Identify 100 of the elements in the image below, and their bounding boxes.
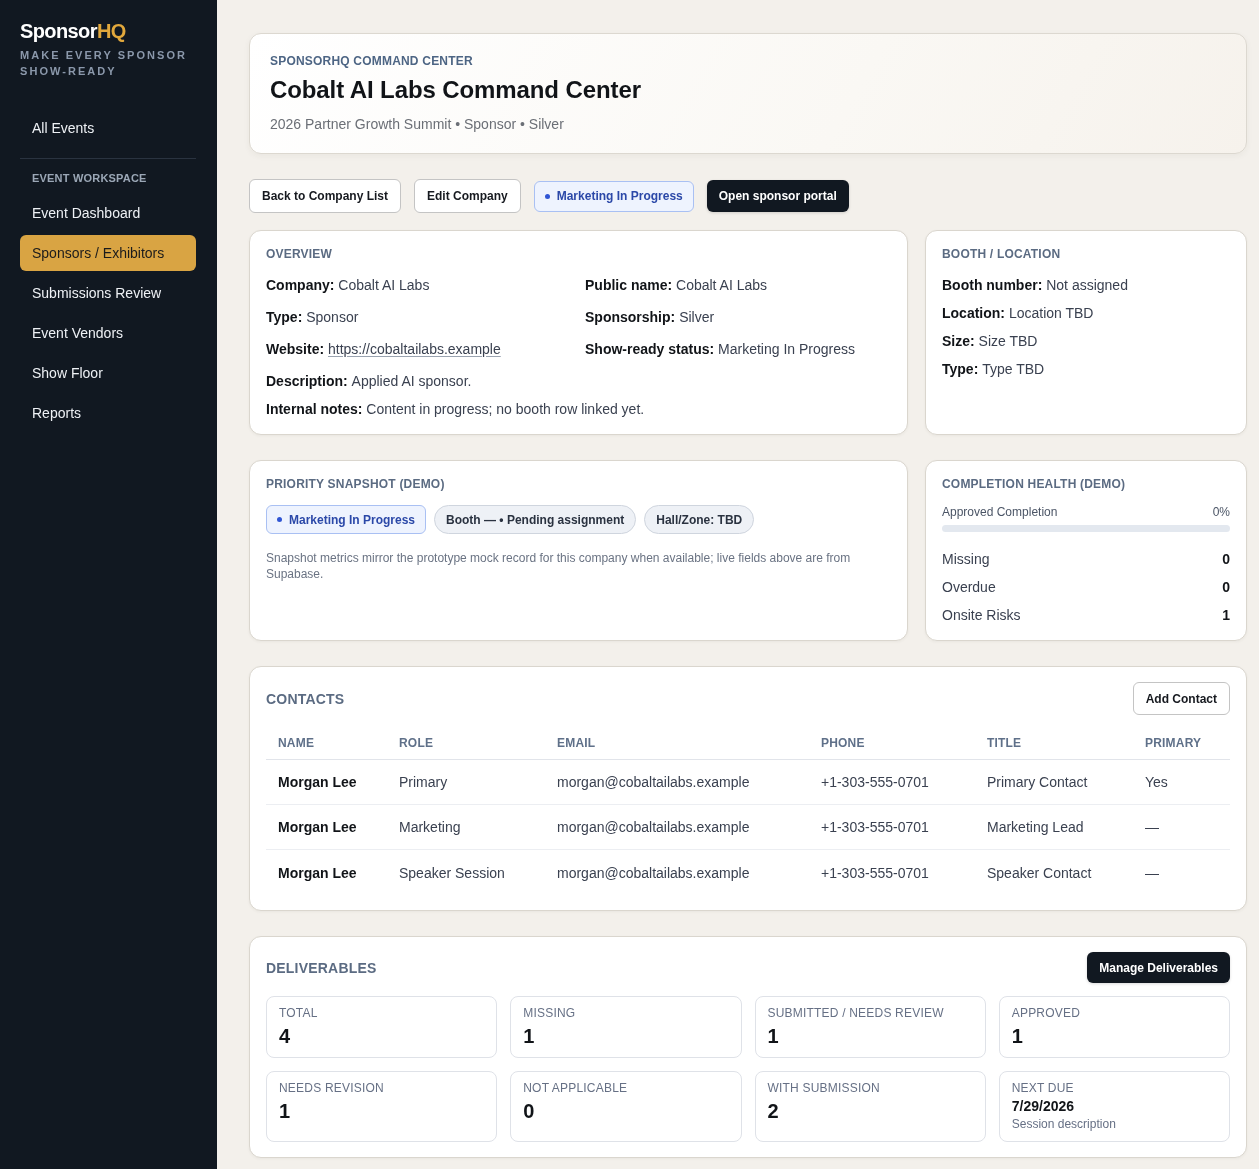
field-value: Location TBD	[1008, 304, 1094, 323]
field-label: Type:	[266, 308, 303, 327]
stat-label: SUBMITTED / NEEDS REVIEW	[767, 1005, 944, 1021]
column-header: NAME	[277, 735, 316, 750]
stat-value: 2	[767, 1099, 779, 1123]
field-value: Silver	[679, 308, 715, 327]
column-header: EMAIL	[556, 735, 597, 750]
tag-chip: Hall/Zone: TBD	[644, 505, 755, 534]
stat-note: Session description	[1011, 1116, 1116, 1132]
table-cell-text: Speaker Session	[398, 864, 506, 881]
table-cell-text: morgan@cobaltailabs.example	[556, 819, 751, 835]
field-value: Marketing In Progress	[718, 340, 855, 359]
field-value: Applied AI sponsor.	[351, 372, 472, 391]
field-label: Type:	[942, 360, 979, 379]
metric-value: 0	[1222, 578, 1230, 597]
field-label: Booth number:	[942, 276, 1043, 295]
column-header: PHONE	[820, 735, 866, 750]
stat-label: NEEDS REVISION	[279, 1080, 384, 1096]
manage-button[interactable]: Manage Deliverables	[1087, 952, 1230, 983]
metric-value: 1	[1222, 606, 1230, 625]
stat-value: 1	[767, 1024, 779, 1048]
stat-value: 1	[1011, 1024, 1023, 1048]
stat-label: NOT APPLICABLE	[523, 1080, 628, 1096]
progress-reading: 0%	[1212, 504, 1230, 520]
action-button[interactable]: Edit Company	[414, 179, 521, 213]
table-cell-text: —	[1144, 819, 1160, 835]
field-label: Show-ready status:	[585, 340, 715, 359]
section-heading: EVENT WORKSPACE	[31, 171, 147, 186]
table-cell-text: —	[1144, 864, 1160, 881]
note-text: Snapshot metrics mirror the prototype mock record for this company when available; live fields above are from Supabase.	[266, 550, 852, 582]
page-title: Cobalt AI Labs Command Center	[270, 75, 641, 105]
table-cell-text: morgan@cobaltailabs.example	[556, 864, 751, 881]
status-text: Marketing In Progress	[556, 189, 683, 203]
table-cell-text: +1-303-555-0701	[820, 864, 930, 881]
column-header: ROLE	[398, 735, 435, 750]
card-title: BOOTH / LOCATION	[942, 246, 1061, 262]
table-cell-text: Primary	[398, 774, 449, 790]
table-cell-text: Marketing	[398, 819, 462, 835]
metric-label: Missing	[942, 550, 990, 569]
field-value: Sponsor	[306, 308, 359, 327]
table-cell-text: Morgan Lee	[277, 864, 358, 881]
table-cell-text: Speaker Contact	[986, 864, 1093, 881]
chip-text: Marketing In Progress	[289, 512, 416, 527]
card-title: OVERVIEW	[266, 246, 333, 262]
field-label: Location:	[942, 304, 1005, 323]
stat-label: TOTAL	[279, 1005, 318, 1021]
nav-link[interactable]: Show Floor	[20, 355, 196, 391]
nav-link[interactable]: All Events	[20, 110, 196, 146]
field-value: Cobalt AI Labs	[676, 276, 768, 295]
column-header: TITLE	[986, 735, 1023, 750]
table-cell-text: Yes	[1144, 774, 1169, 790]
card-title: DELIVERABLES	[266, 958, 377, 978]
field-value: Type TBD	[982, 360, 1045, 379]
field-label: Internal notes:	[266, 400, 363, 419]
nav-link[interactable]: Reports	[20, 395, 196, 431]
portal-button[interactable]: Open sponsor portal	[706, 180, 849, 212]
status-dot-icon	[277, 517, 282, 522]
website-link[interactable]: https://cobaltailabs.example	[328, 339, 501, 359]
nav-link[interactable]: Event Dashboard	[20, 195, 196, 231]
table-cell-text: +1-303-555-0701	[820, 819, 930, 835]
card-title: PRIORITY SNAPSHOT (DEMO)	[266, 476, 445, 492]
field-label: Sponsorship:	[585, 308, 676, 327]
stat-value: 7/29/2026	[1011, 1097, 1075, 1115]
stat-value: 1	[279, 1099, 291, 1123]
nav-link[interactable]: Submissions Review	[20, 275, 196, 311]
field-label: Website:	[266, 340, 325, 359]
stat-value: 0	[523, 1099, 535, 1123]
stat-label: MISSING	[523, 1005, 576, 1021]
tagline-text: MAKE EVERY SPONSOR SHOW-READY	[20, 48, 189, 79]
stat-label: APPROVED	[1011, 1005, 1081, 1021]
action-button[interactable]: Back to Company List	[249, 179, 402, 213]
column-header: PRIMARY	[1144, 735, 1203, 750]
field-value: Size TBD	[978, 332, 1038, 351]
card-title: CONTACTS	[266, 689, 345, 709]
field-value: Content in progress; no booth row linked yet.	[366, 400, 645, 419]
progress-label: Approved Completion	[942, 504, 1058, 520]
table-cell-text: morgan@cobaltailabs.example	[556, 774, 751, 790]
page-subtitle: 2026 Partner Growth Summit • Sponsor • Silver	[270, 115, 564, 134]
field-value: Not assigned	[1046, 276, 1128, 295]
field-label: Public name:	[585, 276, 673, 295]
table-cell-text: +1-303-555-0701	[820, 774, 930, 790]
field-label: Description:	[266, 372, 348, 391]
eyebrow-text: SPONSORHQ COMMAND CENTER	[270, 53, 473, 69]
metric-value: 0	[1222, 550, 1230, 569]
table-cell-text: Primary Contact	[986, 774, 1089, 790]
table-cell-text: Morgan Lee	[277, 819, 358, 835]
nav-link[interactable]: Event Vendors	[20, 315, 196, 351]
stat-value: 4	[279, 1024, 291, 1048]
tag-chip: Booth — • Pending assignment	[434, 505, 637, 534]
add-contact-button[interactable]: Add Contact	[1132, 682, 1230, 715]
table-cell-text: Morgan Lee	[277, 774, 358, 790]
logo-text: SponsorHQ	[20, 19, 126, 43]
field-value: Cobalt AI Labs	[338, 276, 430, 295]
metric-label: Onsite Risks	[942, 606, 1021, 625]
stat-value: 1	[523, 1024, 535, 1048]
field-label: Size:	[942, 332, 975, 351]
metric-label: Overdue	[942, 578, 996, 597]
stat-label: WITH SUBMISSION	[767, 1080, 880, 1096]
status-dot-icon	[544, 193, 550, 199]
nav-link[interactable]: Sponsors / Exhibitors	[20, 235, 196, 271]
